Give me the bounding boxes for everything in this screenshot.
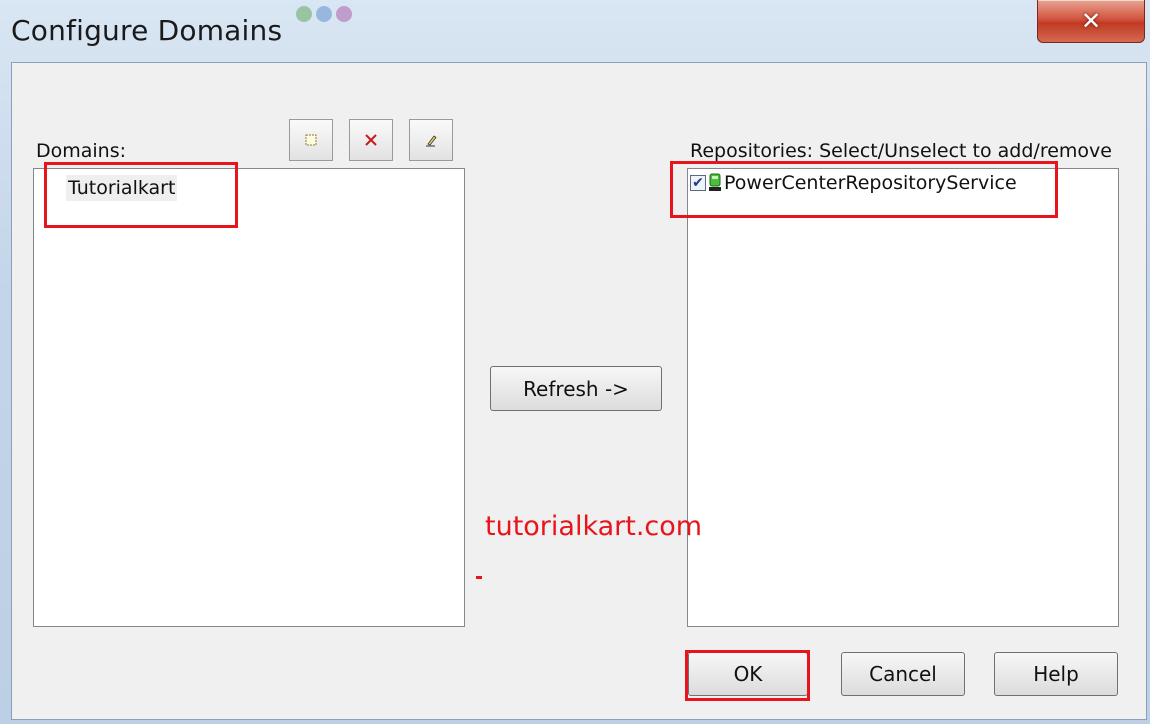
edit-domain-button[interactable] <box>409 119 453 161</box>
background-icon <box>336 6 352 22</box>
domains-list[interactable]: Tutorialkart <box>33 168 465 627</box>
cancel-button[interactable]: Cancel <box>841 652 965 696</box>
highlight-annotation <box>44 162 238 228</box>
background-icon <box>296 6 312 22</box>
refresh-button[interactable]: Refresh -> <box>490 366 662 411</box>
highlight-annotation <box>670 161 1058 218</box>
background-icon <box>316 6 332 22</box>
edit-icon <box>426 135 437 147</box>
highlight-annotation <box>685 650 810 701</box>
help-button[interactable]: Help <box>994 652 1118 696</box>
dialog-window: Configure Domains ✕ Domains: Tutorialkar… <box>0 0 1150 724</box>
window-title: Configure Domains <box>11 14 283 47</box>
close-button[interactable]: ✕ <box>1037 0 1145 43</box>
new-domain-icon <box>305 134 317 146</box>
background-taskbar-icons <box>296 6 352 22</box>
delete-domain-button[interactable] <box>349 119 393 161</box>
repositories-list[interactable]: ✔ PowerCenterRepositoryService <box>687 168 1119 627</box>
delete-icon <box>365 134 377 146</box>
close-icon: ✕ <box>1080 7 1102 35</box>
annotation-mark <box>476 576 482 579</box>
add-domain-button[interactable] <box>289 119 333 161</box>
watermark-text: tutorialkart.com <box>485 511 703 542</box>
dialog-content: Domains: Tutorialkart Repositories: Sele… <box>11 62 1147 720</box>
domains-label: Domains: <box>36 140 127 162</box>
title-bar[interactable]: Configure Domains ✕ <box>0 0 1150 62</box>
repositories-label: Repositories: Select/Unselect to add/rem… <box>690 140 1112 162</box>
